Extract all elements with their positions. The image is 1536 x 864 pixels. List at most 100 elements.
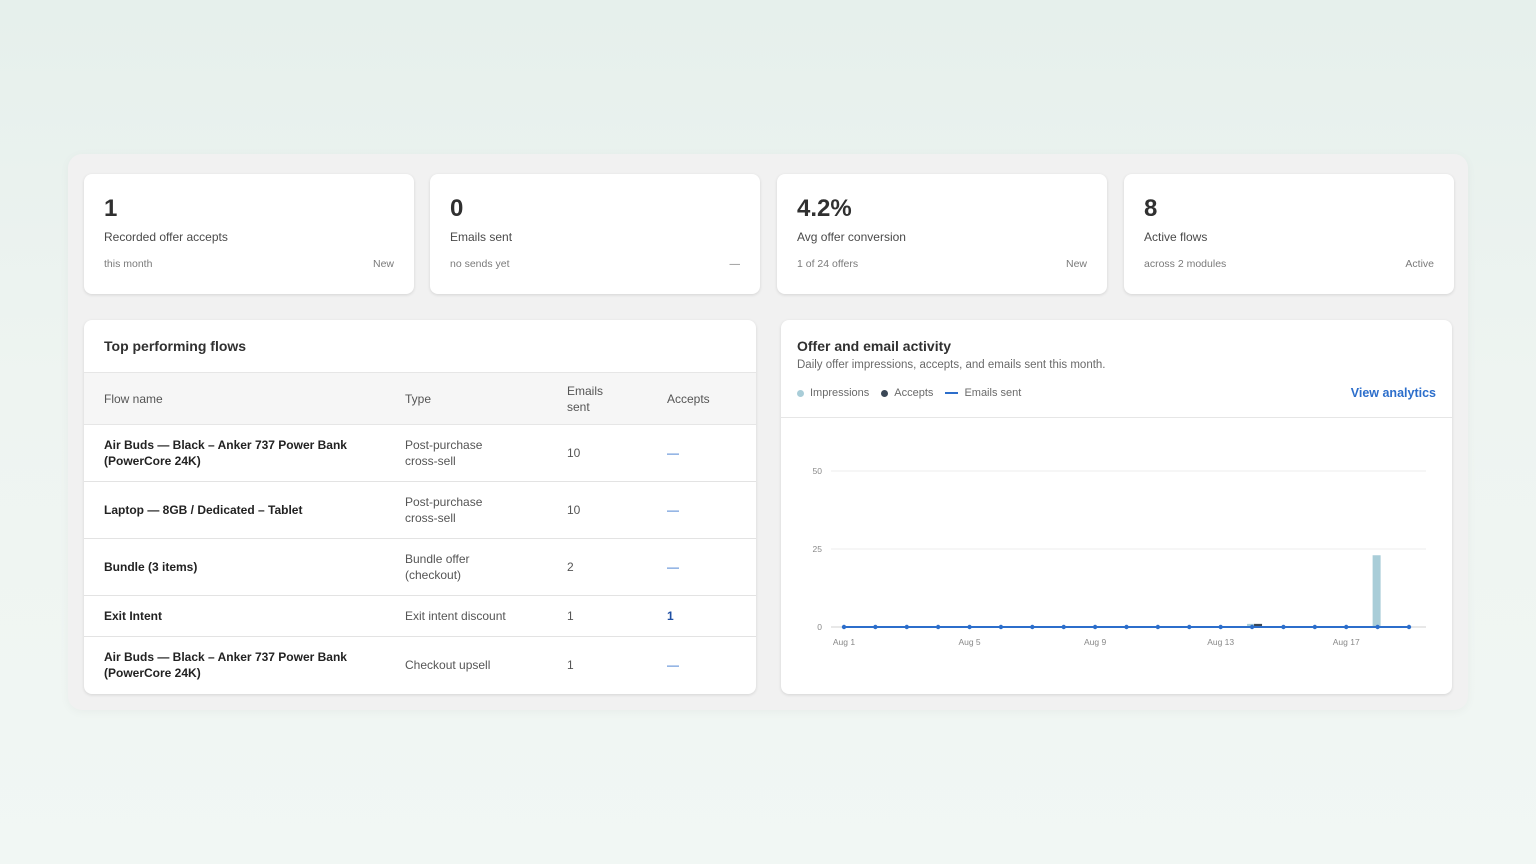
emails-sent-point xyxy=(1344,624,1349,630)
dashboard-panel: 1 Recorded offer accepts this month New … xyxy=(68,154,1468,710)
table-row[interactable]: Air Buds — Black – Anker 737 Power Bank … xyxy=(84,637,756,694)
flow-name-cell: Exit Intent xyxy=(84,596,405,637)
kpi-card-emails-sent: 0 Emails sent no sends yet — xyxy=(430,174,760,294)
legend-item-emails-sent[interactable]: Emails sent xyxy=(945,387,1021,399)
kpi-status: New xyxy=(372,258,394,270)
flow-name-cell: Bundle (3 items) xyxy=(84,539,405,596)
flow-name: Air Buds — Black – Anker 737 Power Bank … xyxy=(104,650,347,681)
view-analytics-link[interactable]: View analytics xyxy=(1351,386,1436,400)
table-row[interactable]: Laptop — 8GB / Dedicated – Tablet Post-p… xyxy=(84,482,756,539)
flow-name: Bundle (3 items) xyxy=(104,560,198,574)
emails-sent-cell: 10 xyxy=(567,446,581,460)
kpi-card-offer-conversion: 4.2% Avg offer conversion 1 of 24 offers… xyxy=(777,174,1107,294)
emails-sent-point xyxy=(904,624,909,630)
flow-name: Exit Intent xyxy=(104,609,163,623)
accepts-cell: — xyxy=(667,446,679,460)
kpi-status: New xyxy=(1065,258,1087,270)
kpi-footnote: 1 of 24 offers xyxy=(797,258,859,270)
column-header-accepts[interactable]: Accepts xyxy=(667,373,756,425)
impressions-bar xyxy=(1372,555,1381,627)
kpi-footnote: no sends yet xyxy=(450,258,510,270)
emails-sent-point xyxy=(873,624,878,630)
emails-sent-point xyxy=(998,624,1004,630)
emails-sent-point xyxy=(1406,624,1412,630)
legend-dot-icon xyxy=(881,389,889,397)
flow-type: Post-purchase cross-sell xyxy=(405,495,483,525)
x-tick-label: Aug 1 xyxy=(833,637,855,647)
flow-name-cell: Air Buds — Black – Anker 737 Power Bank … xyxy=(84,637,405,694)
top-flows-title: Top performing flows xyxy=(104,338,247,354)
emails-sent-cell: 2 xyxy=(567,560,574,574)
emails-sent-point xyxy=(1124,624,1129,630)
column-header-flow-name[interactable]: Flow name xyxy=(84,373,405,425)
kpi-status: — xyxy=(729,258,741,270)
flow-type-cell: Post-purchase cross-sell xyxy=(405,425,567,482)
flow-type-cell: Checkout upsell xyxy=(405,637,567,694)
x-tick-label: Aug 9 xyxy=(1084,637,1106,647)
chart-legend: Impressions Accepts Emails sent xyxy=(797,387,1033,399)
accepts-cell: — xyxy=(667,560,679,574)
flow-name: Laptop — 8GB / Dedicated – Tablet xyxy=(104,503,303,517)
kpi-value: 0 xyxy=(450,195,464,222)
legend-label: Emails sent xyxy=(964,387,1022,399)
kpi-footnote: this month xyxy=(104,258,153,270)
emails-sent-cell: 1 xyxy=(567,658,574,673)
flow-type: Bundle offer (checkout) xyxy=(405,552,470,582)
legend-label: Accepts xyxy=(894,387,934,399)
kpi-card-offer-accepts: 1 Recorded offer accepts this month New xyxy=(84,174,414,294)
flow-type-cell: Exit intent discount xyxy=(405,596,567,637)
x-tick-label: Aug 13 xyxy=(1207,637,1234,647)
y-tick-label: 25 xyxy=(813,544,823,554)
emails-sent-point xyxy=(1281,624,1286,630)
legend-label: Impressions xyxy=(810,387,870,399)
accepts-cell: 1 xyxy=(667,609,674,623)
accepts-cell: — xyxy=(667,658,679,673)
y-tick-label: 50 xyxy=(813,466,823,476)
column-header-type[interactable]: Type xyxy=(405,373,567,425)
activity-chart: 0 25 50 Aug 1 Aug 5 Aug 9 Aug 13 Aug 17 xyxy=(813,466,1426,647)
emails-sent-point xyxy=(1249,624,1255,630)
column-header-emails-sent-label: Emails sent xyxy=(567,383,604,414)
kpi-label: Avg offer conversion xyxy=(797,230,906,244)
kpi-footer: no sends yet — xyxy=(450,258,740,270)
kpi-value: 4.2% xyxy=(797,195,852,222)
kpi-label: Active flows xyxy=(1144,230,1208,244)
emails-sent-point xyxy=(1312,624,1318,630)
kpi-card-active-flows: 8 Active flows across 2 modules Active xyxy=(1124,174,1454,294)
kpi-footer: 1 of 24 offers New xyxy=(797,258,1087,270)
emails-sent-cell: 10 xyxy=(567,503,581,517)
kpi-footer: across 2 modules Active xyxy=(1144,258,1434,270)
legend-item-accepts[interactable]: Accepts xyxy=(881,387,933,399)
column-header-emails-sent[interactable]: Emails sent xyxy=(567,373,667,425)
activity-subtitle: Daily offer impressions, accepts, and em… xyxy=(797,359,1106,371)
flow-name: Air Buds — Black – Anker 737 Power Bank … xyxy=(104,438,347,468)
flow-name-cell: Air Buds — Black – Anker 737 Power Bank … xyxy=(84,425,405,482)
emails-sent-point xyxy=(1375,624,1380,630)
emails-sent-point xyxy=(967,624,972,630)
flow-name-cell: Laptop — 8GB / Dedicated – Tablet xyxy=(84,482,405,539)
flows-table: Flow name Type Emails sent Accepts Air B… xyxy=(84,372,756,694)
table-header-row: Flow name Type Emails sent Accepts xyxy=(84,372,756,425)
x-tick-label: Aug 17 xyxy=(1333,637,1360,647)
kpi-footer: this month New xyxy=(104,258,394,270)
flow-type: Checkout upsell xyxy=(405,658,491,673)
table-row[interactable]: Air Buds — Black – Anker 737 Power Bank … xyxy=(84,425,756,482)
x-tick-label: Aug 5 xyxy=(958,637,980,647)
legend-item-impressions[interactable]: Impressions xyxy=(797,387,869,399)
flow-type-cell: Post-purchase cross-sell xyxy=(405,482,567,539)
kpi-value: 1 xyxy=(104,195,118,222)
emails-sent-point xyxy=(1155,624,1161,630)
accepts-cell: — xyxy=(667,503,679,517)
kpi-footnote: across 2 modules xyxy=(1144,258,1227,270)
activity-title: Offer and email activity xyxy=(797,338,952,354)
emails-sent-point xyxy=(935,624,941,630)
emails-sent-point xyxy=(841,624,847,630)
top-flows-card: Top performing flows Flow name Type Emai… xyxy=(84,320,756,694)
emails-sent-point xyxy=(1061,624,1066,630)
kpi-label: Emails sent xyxy=(450,230,513,244)
table-row[interactable]: Bundle (3 items) Bundle offer (checkout)… xyxy=(84,539,756,596)
activity-card: Offer and email activity Daily offer imp… xyxy=(781,320,1452,694)
table-row[interactable]: Exit Intent Exit intent discount 1 1 xyxy=(84,596,756,637)
emails-sent-point xyxy=(1092,624,1098,630)
flow-type: Exit intent discount xyxy=(405,609,506,623)
